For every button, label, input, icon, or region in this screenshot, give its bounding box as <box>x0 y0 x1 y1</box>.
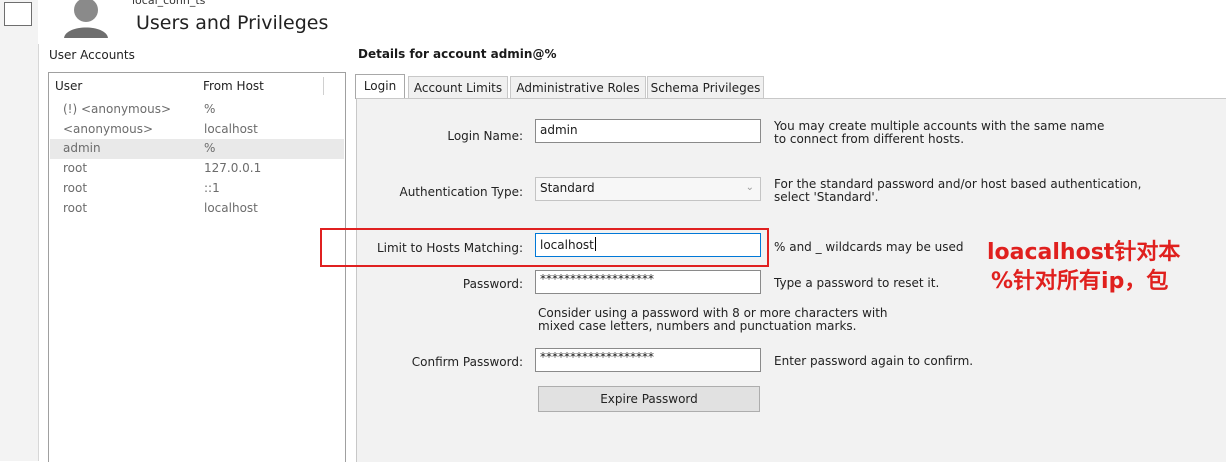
password-advice: Consider using a password with 8 or more… <box>538 306 888 333</box>
user-accounts-label: User Accounts <box>49 48 135 62</box>
tab-schema-privileges[interactable]: Schema Privileges <box>647 76 764 99</box>
row-user: (!) <anonymous> <box>63 102 171 116</box>
connection-name: local_conn_ts <box>132 0 206 7</box>
confirm-password-label: Confirm Password: <box>411 355 523 369</box>
user-avatar-icon <box>58 0 114 38</box>
column-header-user[interactable]: User <box>55 79 82 93</box>
confirm-password-input[interactable]: ******************* <box>535 348 761 372</box>
tab-login[interactable]: Login <box>355 74 405 99</box>
row-host: localhost <box>204 201 258 215</box>
expire-password-button[interactable]: Expire Password <box>538 386 760 412</box>
column-divider[interactable] <box>323 77 324 95</box>
row-user: root <box>63 161 88 175</box>
user-accounts-table[interactable]: User From Host (!) <anonymous> % <anonym… <box>48 72 346 462</box>
tab-administrative-roles[interactable]: Administrative Roles <box>510 76 646 99</box>
details-title: Details for account admin@% <box>358 47 557 61</box>
table-row[interactable]: root localhost <box>50 199 344 219</box>
column-header-host[interactable]: From Host <box>203 79 264 93</box>
login-name-input[interactable]: admin <box>535 119 761 143</box>
row-host: ::1 <box>204 181 220 195</box>
password-help: Type a password to reset it. <box>774 276 940 290</box>
password-label: Password: <box>462 277 523 291</box>
annotation-line-1: loacalhost针对本 <box>987 240 1181 265</box>
highlight-box <box>320 228 769 267</box>
table-row[interactable]: root 127.0.0.1 <box>50 159 344 179</box>
hosts-help: % and _ wildcards may be used <box>774 240 964 254</box>
auth-type-label: Authentication Type: <box>399 185 523 199</box>
left-sidebar-strip <box>0 0 39 461</box>
password-input[interactable]: ******************* <box>535 270 761 294</box>
row-host: % <box>204 102 216 116</box>
chevron-down-icon[interactable]: ⌄ <box>746 182 754 193</box>
sidebar-toggle-box[interactable] <box>4 2 32 26</box>
row-host: % <box>204 141 216 155</box>
table-row[interactable]: <anonymous> localhost <box>50 120 344 140</box>
login-name-label: Login Name: <box>447 129 523 143</box>
page-title: Users and Privileges <box>136 12 329 34</box>
table-row-selected[interactable]: admin % <box>50 139 344 159</box>
row-host: 127.0.0.1 <box>204 161 262 175</box>
row-user: <anonymous> <box>63 122 154 136</box>
table-row[interactable]: (!) <anonymous> % <box>50 100 344 120</box>
row-user: root <box>63 181 88 195</box>
confirm-password-help: Enter password again to confirm. <box>774 354 974 368</box>
tab-account-limits[interactable]: Account Limits <box>408 76 508 99</box>
auth-type-select[interactable]: Standard ⌄ <box>535 177 761 201</box>
row-host: localhost <box>204 122 258 136</box>
annotation-line-2: %针对所有ip，包 <box>991 269 1169 294</box>
row-user: root <box>63 201 88 215</box>
row-user: admin <box>63 141 101 155</box>
auth-type-value: Standard <box>540 181 595 195</box>
login-name-help: You may create multiple accounts with th… <box>774 119 1105 146</box>
table-row[interactable]: root ::1 <box>50 179 344 199</box>
auth-type-help: For the standard password and/or host ba… <box>774 177 1142 204</box>
